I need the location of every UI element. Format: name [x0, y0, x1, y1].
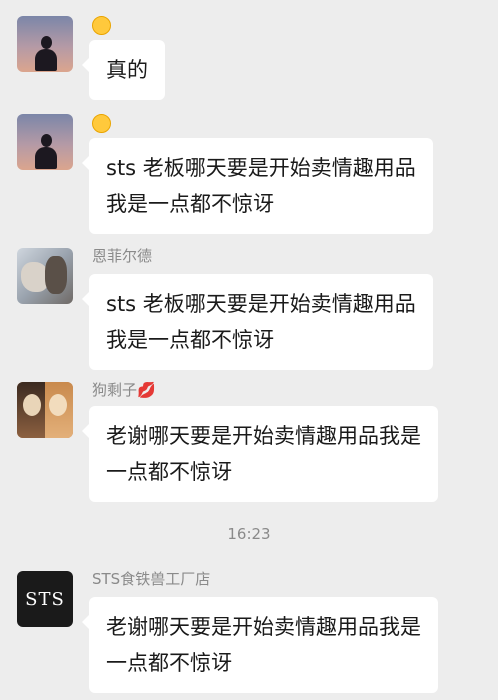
- silhouette-body: [35, 147, 57, 169]
- message-text: 老谢哪天要是开始卖情趣用品我是: [106, 424, 421, 448]
- message-text: sts 老板哪天要是开始卖情趣用品: [106, 292, 416, 316]
- silhouette-head: [41, 134, 52, 147]
- avatar[interactable]: [17, 248, 73, 304]
- avatar[interactable]: [17, 114, 73, 170]
- sender-name: 恩菲尔德: [92, 247, 153, 265]
- timestamp: 16:23: [227, 525, 271, 543]
- message-bubble[interactable]: 老谢哪天要是开始卖情趣用品我是 一点都不惊讶: [82, 597, 438, 693]
- smiling-face-icon: [92, 16, 111, 35]
- avatar-figure: [49, 394, 67, 416]
- avatar[interactable]: STS: [17, 571, 73, 627]
- message-bubble[interactable]: sts 老板哪天要是开始卖情趣用品 我是一点都不惊讶: [82, 138, 433, 234]
- avatar[interactable]: [17, 382, 73, 438]
- message-text: 真的: [106, 58, 148, 82]
- message-text: 一点都不惊讶: [106, 460, 232, 484]
- message-bubble[interactable]: 真的: [82, 40, 165, 100]
- avatar-figure: [23, 394, 41, 416]
- message-bubble[interactable]: sts 老板哪天要是开始卖情趣用品 我是一点都不惊讶: [82, 274, 433, 370]
- avatar-logo-text: STS: [25, 588, 65, 610]
- message-text: sts 老板哪天要是开始卖情趣用品: [106, 156, 416, 180]
- message-text: 老谢哪天要是开始卖情趣用品我是: [106, 615, 421, 639]
- message-text: 我是一点都不惊讶: [106, 328, 274, 352]
- sender-name: STS食铁兽工厂店: [92, 570, 211, 588]
- sender-name: 狗剩子💋: [92, 381, 156, 399]
- avatar[interactable]: [17, 16, 73, 72]
- silhouette-head: [41, 36, 52, 49]
- avatar-figure: [45, 256, 67, 294]
- message-text: 一点都不惊讶: [106, 651, 232, 675]
- message-bubble[interactable]: 老谢哪天要是开始卖情趣用品我是 一点都不惊讶: [82, 406, 438, 502]
- message-text: 我是一点都不惊讶: [106, 192, 274, 216]
- chat-view: 真的 sts 老板哪天要是开始卖情趣用品 我是一点都不惊讶 恩菲尔德 sts 老…: [0, 0, 498, 700]
- smiling-face-icon: [92, 114, 111, 133]
- silhouette-body: [35, 49, 57, 71]
